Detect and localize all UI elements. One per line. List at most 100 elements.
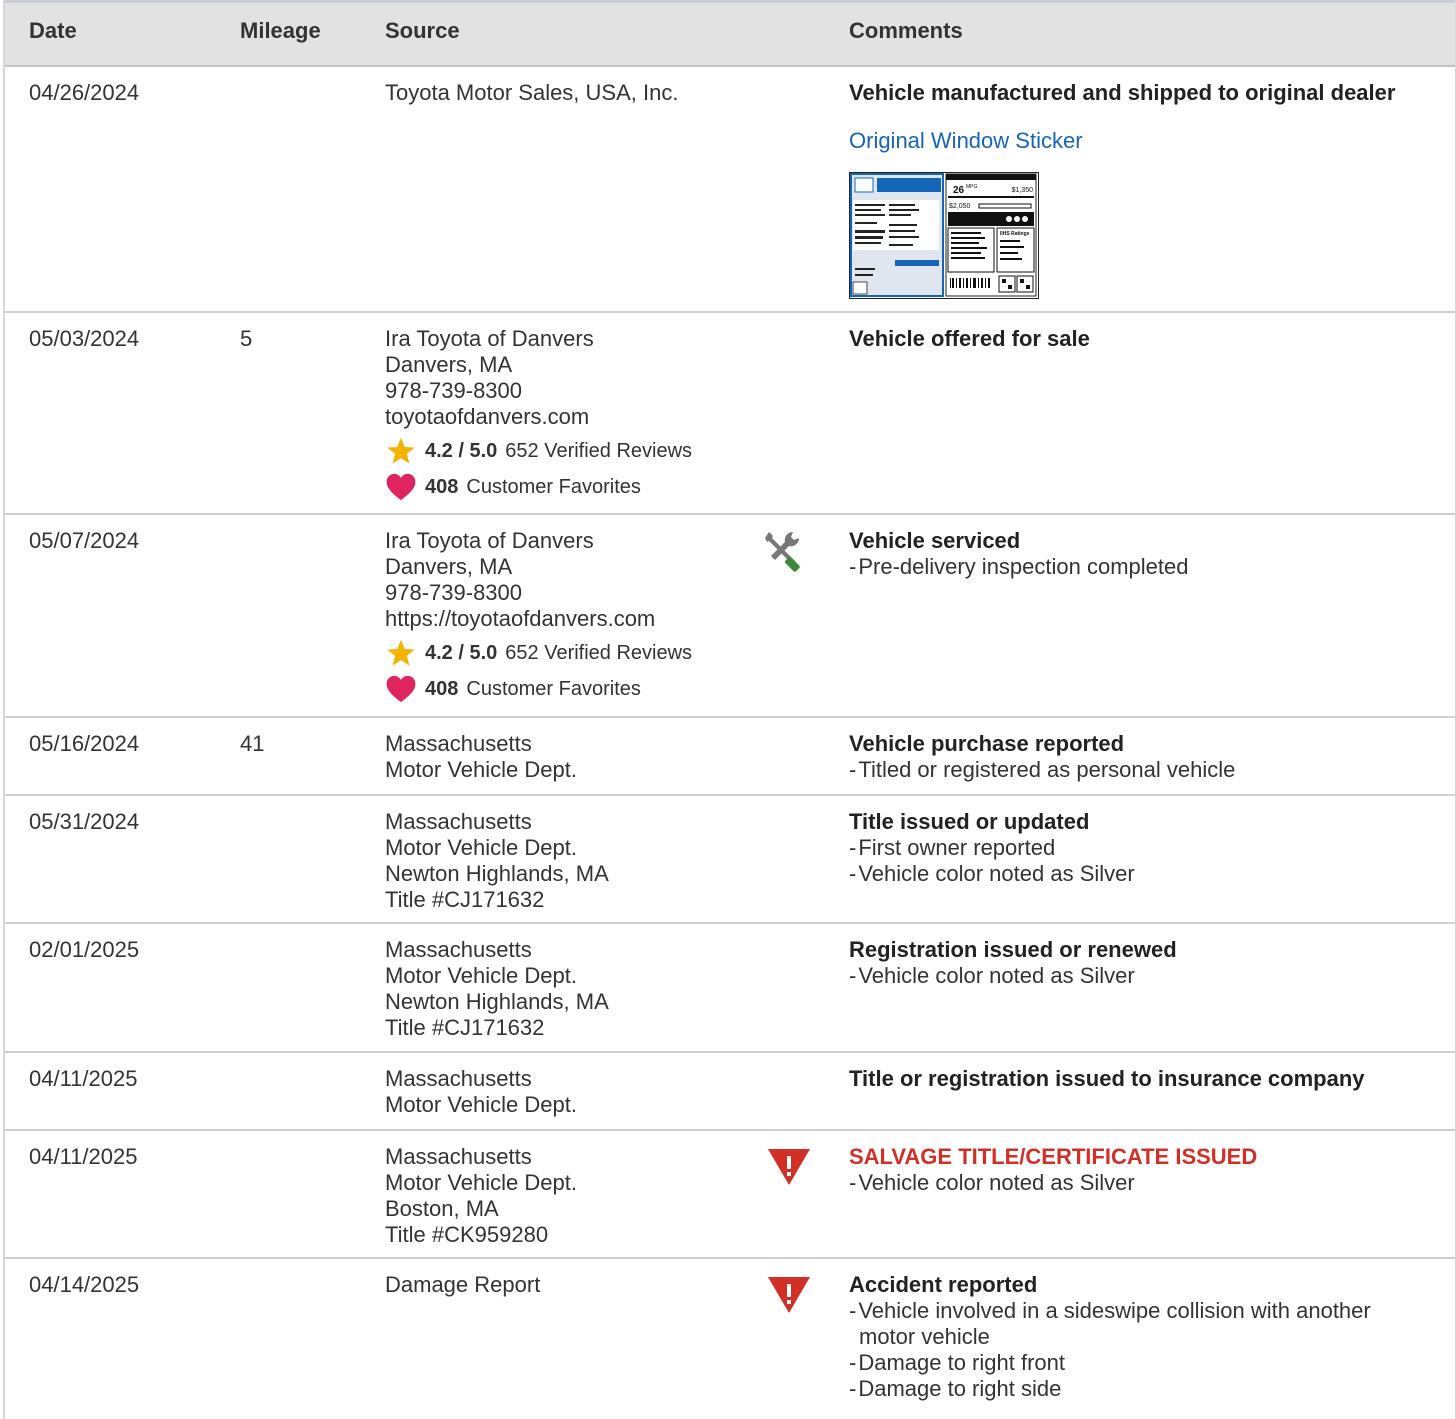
source-line: Motor Vehicle Dept. [385,757,577,782]
dealer-favorites[interactable]: 408 Customer Favorites [385,472,692,502]
row-comments: SALVAGE TITLE/CERTIFICATE ISSUED Vehicle… [849,1144,1429,1196]
comment-item: First owner reported [849,835,1429,861]
source-line: Motor Vehicle Dept. [385,1170,577,1195]
favorites-label: Customer Favorites [466,476,641,498]
dealer-favorites[interactable]: 408 Customer Favorites [385,674,692,704]
comment-item: Vehicle color noted as Silver [849,1170,1429,1196]
sticker-mpg: 26 [953,185,965,196]
dealer-rating[interactable]: 4.2 / 5.0 652 Verified Reviews [385,638,692,668]
row-date: 04/11/2025 [29,1144,138,1169]
sticker-mpg-unit: MPG [966,184,978,190]
row-mileage: 5 [240,326,253,351]
sticker-ratings: IIHS Ratings [1000,231,1030,237]
source-line: Title #CJ171632 [385,887,545,912]
source-line: Danvers, MA [385,554,513,579]
source-line: 978-739-8300 [385,580,523,605]
row-source: Massachusetts Motor Vehicle Dept. Boston… [385,1144,577,1248]
row-date: 05/03/2024 [29,326,140,351]
source-line: Title #CJ171632 [385,1015,545,1040]
source-line: Damage Report [385,1272,541,1297]
dealer-rating[interactable]: 4.2 / 5.0 652 Verified Reviews [385,436,692,466]
row-source: Massachusetts Motor Vehicle Dept. [385,1066,577,1118]
star-icon [385,638,417,668]
rating-reviews: 652 Verified Reviews [505,440,693,462]
comment-item: Vehicle color noted as Silver [849,963,1429,989]
source-line: Massachusetts [385,1144,532,1169]
row-mileage: 41 [240,731,265,756]
comment-title: Registration issued or renewed [849,937,1177,962]
table-row: 05/03/2024 5 Ira Toyota of Danvers Danve… [5,313,1455,515]
dealer-website-link[interactable]: toyotaofdanvers.com [385,404,692,430]
table-row: 04/11/2025 Massachusetts Motor Vehicle D… [5,1131,1455,1259]
source-line: Danvers, MA [385,352,513,377]
row-comments: Vehicle serviced Pre-delivery inspection… [849,528,1429,580]
source-line: Massachusetts [385,809,532,834]
comment-item: Damage to right front [849,1350,1429,1376]
comment-title: Accident reported [849,1272,1038,1297]
header-date: Date [29,18,77,43]
star-icon [385,436,417,466]
row-date: 04/11/2025 [29,1066,138,1091]
table-row: 02/01/2025 Massachusetts Motor Vehicle D… [5,924,1455,1053]
table-row: 04/11/2025 Massachusetts Motor Vehicle D… [5,1053,1455,1131]
table-row: 04/14/2025 Damage Report Accident report… [5,1259,1455,1419]
row-source: Massachusetts Motor Vehicle Dept. Newton… [385,809,609,913]
row-date: 02/01/2025 [29,937,140,962]
comment-item: Pre-delivery inspection completed [849,554,1429,580]
row-date: 04/14/2025 [29,1272,140,1297]
table-row: 05/16/2024 41 Massachusetts Motor Vehicl… [5,718,1455,796]
table-row: 04/26/2024 Toyota Motor Sales, USA, Inc.… [5,67,1455,313]
row-comments: Accident reported Vehicle involved in a … [849,1272,1429,1402]
table-row: 05/07/2024 Ira Toyota of Danvers Danvers… [5,515,1455,718]
favorites-count: 408 [425,476,459,498]
comment-title: Vehicle manufactured and shipped to orig… [849,80,1396,105]
row-comments: Vehicle manufactured and shipped to orig… [849,80,1429,299]
rating-score: 4.2 / 5.0 [425,642,498,664]
source-line: Newton Highlands, MA [385,861,609,886]
row-comments: Title issued or updated First owner repo… [849,809,1429,887]
header-comments: Comments [849,18,963,43]
row-date: 05/16/2024 [29,731,140,756]
row-source: Damage Report [385,1272,540,1298]
source-line: Ira Toyota of Danvers [385,326,594,351]
service-tools-icon [763,528,807,578]
vehicle-history-table: Date Mileage Source Comments 04/26/2024 … [3,0,1456,1419]
comment-title: Vehicle purchase reported [849,731,1125,756]
row-date: 05/31/2024 [29,809,140,834]
row-source: Ira Toyota of Danvers Danvers, MA 978-73… [385,326,692,502]
source-line: Toyota Motor Sales, USA, Inc. [385,80,679,105]
comment-item: Damage to right side [849,1376,1429,1402]
header-source: Source [385,18,460,43]
row-source: Massachusetts Motor Vehicle Dept. [385,731,577,783]
source-line: Massachusetts [385,1066,532,1091]
rating-reviews: 652 Verified Reviews [505,642,693,664]
sticker-save: $1,350 [1012,187,1034,194]
source-line: 978-739-8300 [385,378,523,403]
comment-title: Title issued or updated [849,809,1090,834]
source-line: Title #CK959280 [385,1222,549,1247]
window-sticker-link[interactable]: Original Window Sticker [849,128,1429,154]
source-line: Newton Highlands, MA [385,989,609,1014]
source-line: Ira Toyota of Danvers [385,528,594,553]
favorites-count: 408 [425,678,459,700]
window-sticker-thumbnail[interactable]: 26 MPG $1,350 $2,050 IIHS Ratings [849,172,1039,299]
favorites-label: Customer Favorites [466,678,641,700]
row-date: 04/26/2024 [29,80,140,105]
comment-title: Vehicle offered for sale [849,326,1090,351]
rating-score: 4.2 / 5.0 [425,440,498,462]
comment-title: Title or registration issued to insuranc… [849,1066,1365,1091]
dealer-website-link[interactable]: https://toyotaofdanvers.com [385,606,692,632]
heart-icon [385,472,417,502]
comment-item: Vehicle color noted as Silver [849,861,1429,887]
alert-icon [767,1148,811,1192]
row-comments: Vehicle offered for sale [849,326,1429,352]
table-row: 05/31/2024 Massachusetts Motor Vehicle D… [5,796,1455,924]
row-comments: Registration issued or renewed Vehicle c… [849,937,1429,989]
heart-icon [385,674,417,704]
comment-title: Vehicle serviced [849,528,1021,553]
row-date: 05/07/2024 [29,528,140,553]
row-comments: Vehicle purchase reported Titled or regi… [849,731,1429,783]
row-source: Massachusetts Motor Vehicle Dept. Newton… [385,937,609,1041]
header-mileage: Mileage [240,18,321,43]
row-source: Toyota Motor Sales, USA, Inc. [385,80,678,106]
